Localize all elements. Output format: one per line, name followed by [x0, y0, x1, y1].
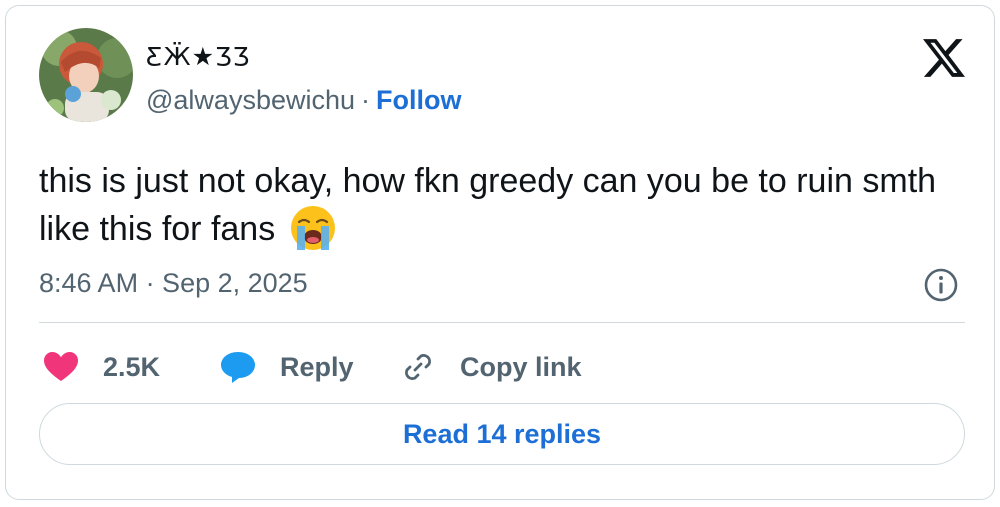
- divider: [39, 322, 965, 323]
- display-name[interactable]: ƸӜ★ƷƷ: [146, 42, 250, 71]
- like-button[interactable]: 2.5K: [44, 342, 160, 392]
- heart-icon: [44, 352, 78, 381]
- copy-link-label: Copy link: [460, 351, 582, 382]
- user-handle[interactable]: @alwaysbewichu: [146, 85, 355, 115]
- loudly-crying-face-icon: [290, 206, 335, 250]
- info-icon[interactable]: [923, 267, 959, 303]
- handle-row: @alwaysbewichu · Follow: [146, 85, 461, 115]
- reply-button[interactable]: Reply: [220, 342, 354, 392]
- follow-button[interactable]: Follow: [376, 85, 461, 115]
- likes-count: 2.5K: [103, 351, 161, 382]
- link-icon: [405, 354, 431, 380]
- speech-bubble-icon: [221, 352, 255, 383]
- separator-dot: ·: [361, 85, 370, 115]
- read-replies-label: Read 14 replies: [402, 418, 602, 449]
- tweet-text: this is just not okay, how fkn greedy ca…: [39, 158, 939, 252]
- read-replies-button[interactable]: Read 14 replies: [39, 403, 965, 465]
- x-logo-icon[interactable]: [922, 37, 966, 79]
- tweet-body: this is just not okay, how fkn greedy ca…: [39, 162, 937, 248]
- reply-label: Reply: [280, 351, 354, 382]
- tweet-embed-card: ƸӜ★ƷƷ @alwaysbewichu · Follow this is just…: [5, 5, 995, 500]
- avatar[interactable]: [39, 28, 133, 122]
- tweet-timestamp[interactable]: 8:46 AM · Sep 2, 2025: [39, 268, 308, 299]
- copy-link-button[interactable]: Copy link: [401, 342, 582, 392]
